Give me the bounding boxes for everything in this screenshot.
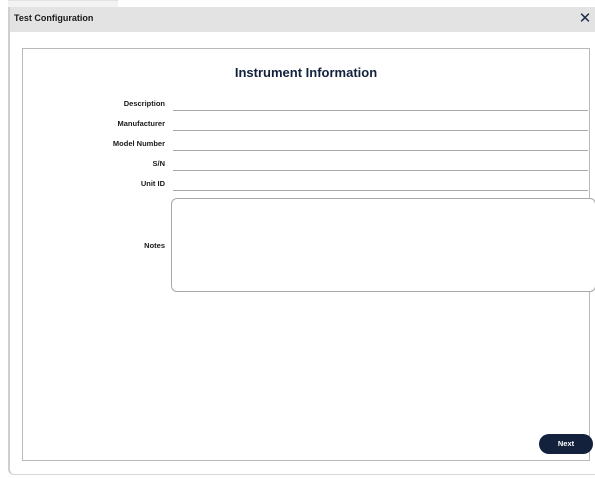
dialog-title: Test Configuration: [14, 13, 94, 23]
serial-number-row: S/N: [23, 158, 589, 172]
instrument-information-panel: Instrument Information Description Manuf…: [22, 48, 595, 461]
dialog-titlebar: Test Configuration ✕: [10, 7, 595, 32]
manufacturer-field[interactable]: [173, 118, 588, 131]
model-number-label-wrap: Model Number: [23, 138, 165, 152]
manufacturer-label-wrap: Manufacturer: [23, 118, 165, 132]
model-number-row: Model Number: [23, 138, 589, 152]
description-label-wrap: Description: [23, 98, 165, 112]
section-title: Instrument Information: [234, 65, 378, 80]
unit-id-label-wrap: Unit ID: [23, 178, 165, 192]
next-button[interactable]: Next: [539, 434, 593, 454]
notes-textarea[interactable]: [171, 198, 595, 292]
close-icon[interactable]: ✕: [577, 10, 593, 28]
serial-number-label-wrap: S/N: [23, 158, 165, 172]
unit-id-row: Unit ID: [23, 178, 589, 192]
model-number-field[interactable]: [173, 138, 588, 151]
model-number-label: Model Number: [112, 139, 165, 148]
serial-number-field[interactable]: [173, 158, 588, 171]
manufacturer-label: Manufacturer: [117, 119, 165, 128]
manufacturer-row: Manufacturer: [23, 118, 589, 132]
notes-label: Notes: [144, 241, 165, 250]
description-label: Description: [123, 99, 165, 108]
serial-number-label: S/N: [152, 159, 165, 168]
page: Test Configuration ✕ Instrument Informat…: [0, 0, 595, 478]
test-configuration-dialog: Test Configuration ✕ Instrument Informat…: [8, 7, 595, 475]
description-field[interactable]: [173, 98, 588, 111]
unit-id-field[interactable]: [173, 178, 588, 191]
unit-id-label: Unit ID: [140, 179, 165, 188]
description-row: Description: [23, 98, 589, 112]
